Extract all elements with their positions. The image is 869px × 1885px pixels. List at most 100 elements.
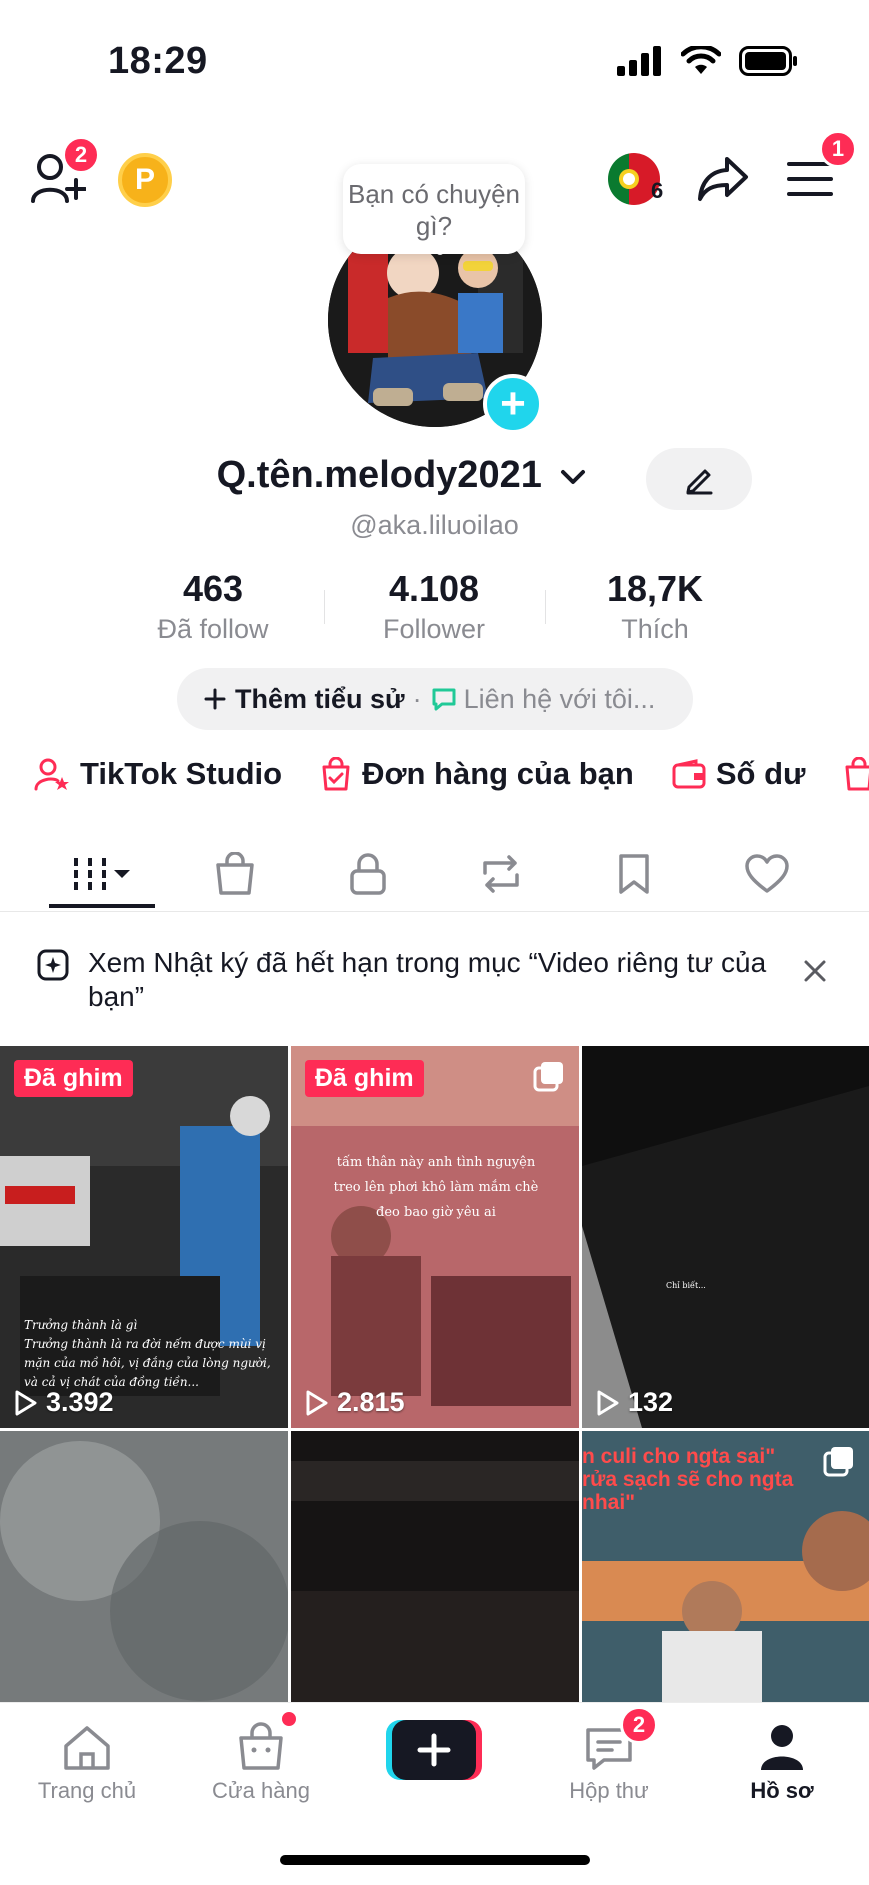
username: Q.tên.melody2021: [216, 454, 542, 496]
repost-icon: [483, 855, 519, 893]
play-icon: [15, 1390, 37, 1415]
create-plus-icon: [386, 1720, 482, 1780]
menu-button[interactable]: 1: [787, 130, 857, 203]
stat-divider: [545, 590, 546, 624]
shortcut-orders[interactable]: Đơn hàng của bạn: [320, 756, 634, 792]
tab-liked[interactable]: [712, 836, 822, 912]
video-caption: Chỉ biết...: [666, 1281, 706, 1290]
chat-bubble-icon: [432, 688, 456, 711]
share-profile-button[interactable]: [697, 156, 749, 207]
tab-reposts[interactable]: [446, 836, 556, 912]
menu-badge: 1: [819, 130, 857, 168]
nav-inbox[interactable]: 2 Hộp thư: [534, 1706, 684, 1804]
tab-shop[interactable]: [180, 836, 290, 912]
stat-likes[interactable]: 18,7K Thích: [555, 568, 755, 645]
share-icon: [698, 157, 748, 201]
shortcut-tiktok-studio[interactable]: TikTok Studio: [34, 756, 282, 792]
stat-label: Đã follow: [157, 614, 269, 644]
nav-label: Cửa hàng: [212, 1778, 310, 1803]
create-button[interactable]: [386, 1720, 482, 1780]
tab-favorites[interactable]: [579, 836, 689, 912]
active-tab-indicator: [49, 904, 155, 908]
video-caption: n culi cho ngta sai" rửa sạch sẽ cho ngt…: [582, 1445, 794, 1514]
battery-icon: [739, 46, 797, 76]
stat-following[interactable]: 463 Đã follow: [113, 568, 313, 645]
video-tile[interactable]: [0, 1431, 288, 1702]
wallet-icon: [672, 759, 706, 789]
stat-label: Thích: [621, 614, 689, 644]
nav-home[interactable]: Trang chủ: [12, 1712, 162, 1804]
add-bio-label: Thêm tiểu sử: [235, 683, 405, 714]
tab-videos[interactable]: [47, 836, 157, 912]
lock-icon: [350, 853, 386, 895]
menu-icon: [787, 162, 833, 196]
shortcut-more[interactable]: [843, 757, 869, 791]
status-time: 18:29: [108, 40, 208, 82]
edit-profile-button[interactable]: [646, 448, 752, 510]
view-count-value: 2.815: [337, 1387, 405, 1417]
video-tile[interactable]: Đã ghim Trưởng thành là gì Trưởng thành …: [0, 1046, 288, 1428]
video-tile[interactable]: Đã ghim tấm thân này anh tình nguyện tre…: [291, 1046, 579, 1428]
video-caption: tấm thân này anh tình nguyện treo lên ph…: [333, 1155, 539, 1220]
plus-icon: [204, 688, 226, 710]
nav-shop[interactable]: Cửa hàng: [186, 1710, 336, 1804]
stat-followers[interactable]: 4.108 Follower: [334, 568, 534, 645]
streak-count: 6: [651, 178, 664, 203]
view-count: 132: [596, 1387, 673, 1418]
nav-label: Trang chủ: [37, 1778, 137, 1803]
video-thumbnail: [0, 1431, 288, 1702]
bio-separator: ·: [412, 683, 422, 714]
play-icon: [597, 1390, 619, 1415]
signal-icon: [617, 46, 661, 76]
video-thumbnail: [582, 1046, 869, 1428]
view-count: 3.392: [14, 1387, 114, 1418]
status-icons: [617, 46, 799, 76]
shopping-bag-check-icon: [322, 757, 350, 791]
home-indicator: [280, 1855, 590, 1865]
video-tile[interactable]: Chỉ biết... 132: [582, 1046, 869, 1428]
stat-value: 18,7K: [606, 568, 704, 609]
video-tile[interactable]: n culi cho ngta sai" rửa sạch sẽ cho ngt…: [582, 1431, 869, 1702]
notice-text: Xem Nhật ký đã hết hạn trong mục “Video …: [88, 947, 767, 1012]
video-tile[interactable]: [291, 1431, 579, 1702]
nav-profile[interactable]: Hồ sơ: [707, 1712, 857, 1804]
tab-private[interactable]: [313, 836, 423, 912]
person-star-icon: [34, 758, 69, 791]
story-bubble[interactable]: Bạn có chuyện gì?: [343, 164, 525, 254]
wifi-icon: [681, 46, 721, 74]
shopping-bag-icon: [239, 1722, 283, 1770]
plus-icon: +: [500, 379, 526, 428]
view-count-value: 132: [628, 1387, 674, 1417]
streak-avatar[interactable]: 6: [607, 152, 664, 206]
play-icon: [306, 1390, 328, 1415]
pinned-badge: Đã ghim: [14, 1060, 133, 1097]
grid-dropdown-icon: [74, 858, 130, 890]
view-count: 2.815: [305, 1387, 405, 1418]
coin-button[interactable]: P: [118, 153, 172, 207]
shortcut-balance[interactable]: Số dư: [672, 756, 805, 792]
heart-icon: [745, 854, 789, 893]
stat-label: Follower: [382, 614, 486, 644]
sparkle-icon: [36, 948, 70, 987]
shopping-bag-icon: [216, 852, 254, 895]
pinned-badge: Đã ghim: [305, 1060, 424, 1097]
nav-label: Hộp thư: [569, 1778, 649, 1803]
stat-divider: [324, 590, 325, 624]
content-tabs: [0, 836, 869, 912]
user-handle: @aka.liluoilao: [350, 510, 519, 540]
shortcut-label: TikTok Studio: [80, 756, 283, 791]
stat-value: 4.108: [388, 568, 480, 609]
close-icon: [804, 960, 826, 982]
video-thumbnail: [291, 1431, 579, 1702]
profile-icon: [761, 1725, 803, 1770]
shortcuts-row: TikTok Studio Đơn hàng của bạn Số dư: [34, 756, 869, 792]
inbox-badge: 2: [620, 1706, 658, 1744]
bio-pill[interactable]: Thêm tiểu sử · Liên hệ với tôi...: [177, 668, 693, 730]
shop-notification-dot: [280, 1710, 298, 1728]
pencil-icon: [686, 469, 713, 495]
contact-label: Liên hệ với tôi...: [463, 683, 656, 714]
close-notice-button[interactable]: [802, 958, 828, 989]
shortcut-label: Đơn hàng của bạn: [362, 756, 634, 791]
add-story-button[interactable]: +: [483, 374, 543, 434]
add-friends-button[interactable]: 2: [30, 136, 100, 209]
